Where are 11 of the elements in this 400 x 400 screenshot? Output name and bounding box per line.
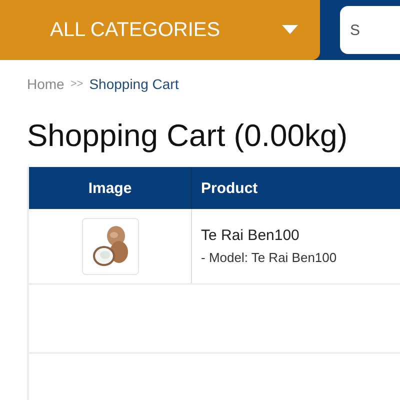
- caret-icon: [282, 25, 298, 35]
- breadcrumb-separator: >>: [70, 78, 84, 90]
- product-name[interactable]: Te Rai Ben100: [201, 227, 300, 244]
- column-header: Image: [88, 180, 132, 196]
- breadcrumb-link[interactable]: Shopping Cart: [89, 76, 179, 92]
- page-title: Shopping Cart (0.00kg): [27, 117, 349, 155]
- search-field[interactable]: S: [340, 6, 400, 54]
- product-model: - Model: Te Rai Ben100: [201, 250, 337, 265]
- breadcrumb-link[interactable]: Home: [27, 76, 64, 92]
- product-thumbnail[interactable]: [82, 218, 138, 274]
- column-header: Product: [201, 180, 258, 196]
